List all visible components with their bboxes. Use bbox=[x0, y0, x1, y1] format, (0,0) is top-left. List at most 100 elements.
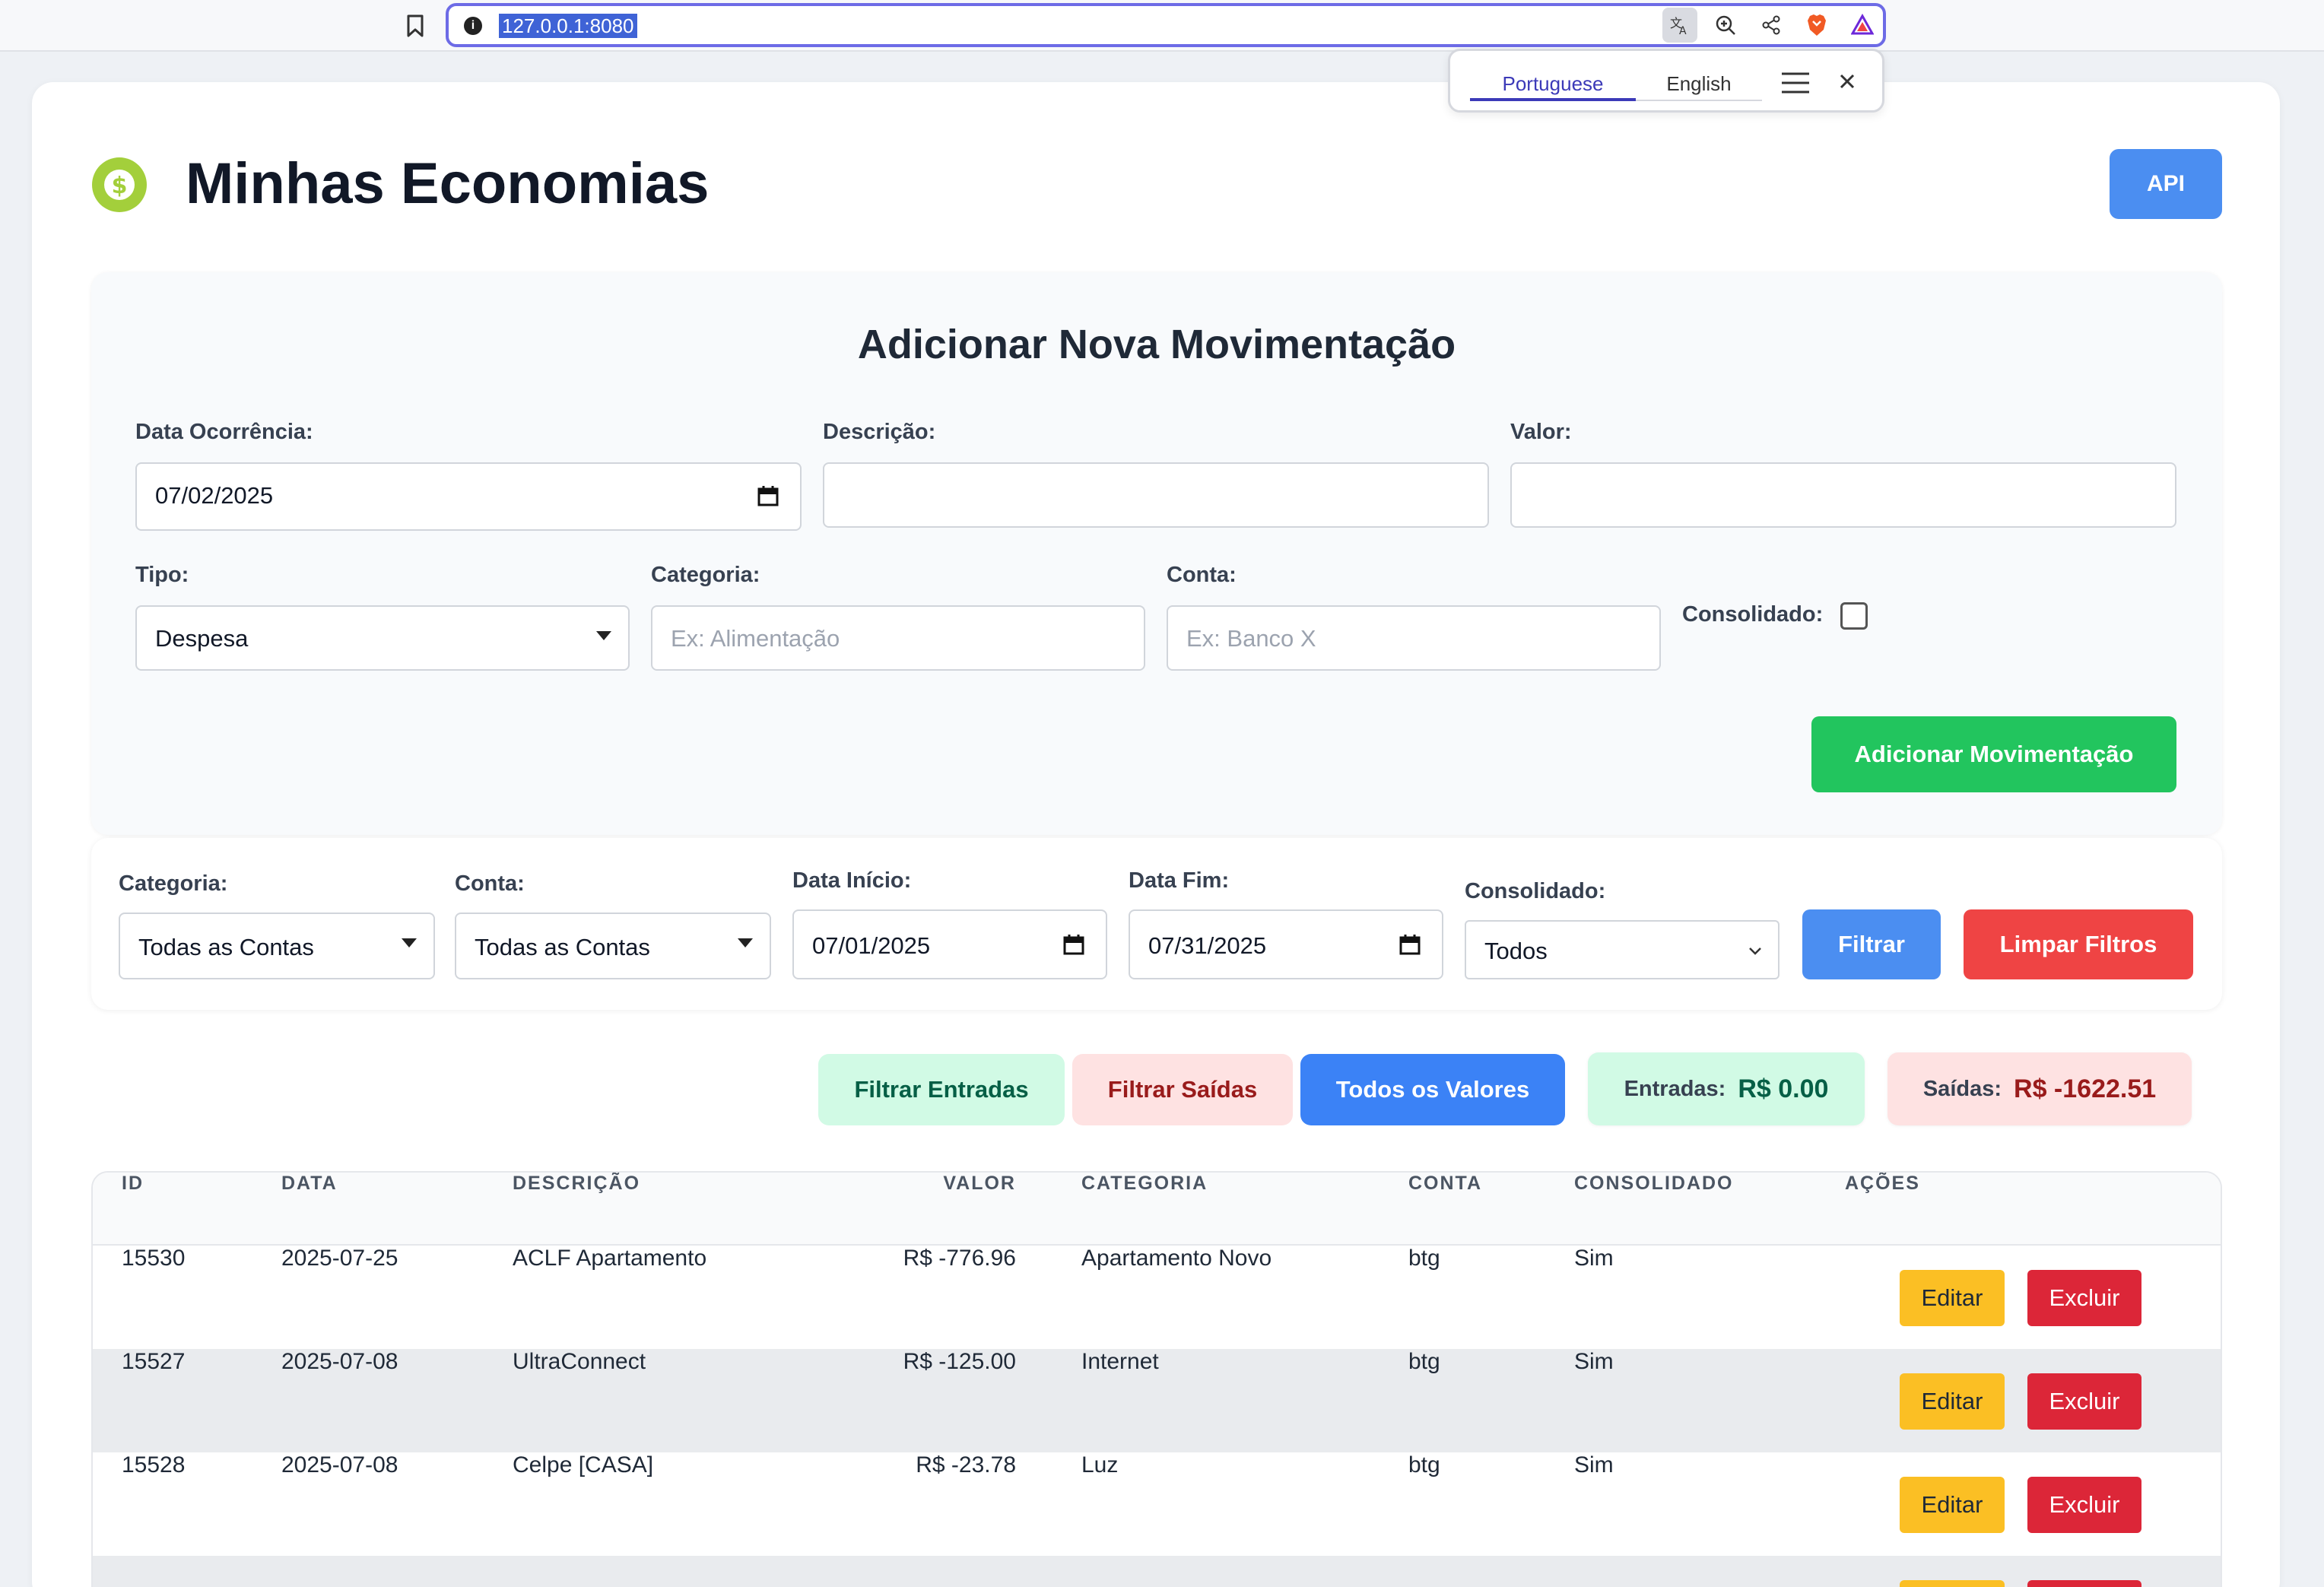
cell-value: R$ -125.00 bbox=[903, 1349, 1016, 1374]
cell-value: R$ -776.96 bbox=[903, 1246, 1016, 1271]
url-text[interactable]: 127.0.0.1:8080 bbox=[499, 14, 637, 38]
cell-category: Internet bbox=[1081, 1349, 1159, 1374]
cell-category: Luz bbox=[1081, 1452, 1119, 1477]
cell-consolidated: Sim bbox=[1574, 1452, 1614, 1477]
filter-expense-button[interactable]: Filtrar Saídas bbox=[1072, 1054, 1293, 1125]
income-summary: Entradas: R$ 0.00 bbox=[1588, 1052, 1865, 1125]
dollar-coin-icon: $ bbox=[92, 157, 147, 212]
brave-rewards-icon[interactable] bbox=[1845, 8, 1880, 43]
clear-filters-button[interactable]: Limpar Filtros bbox=[1964, 909, 2193, 979]
expense-summary-value: R$ -1622.51 bbox=[2014, 1074, 2157, 1103]
type-select[interactable]: Despesa bbox=[135, 605, 630, 671]
bookmark-icon[interactable] bbox=[405, 14, 426, 38]
type-label: Tipo: bbox=[135, 563, 189, 587]
browser-toolbar: i 127.0.0.1:8080 文A bbox=[0, 0, 2324, 52]
filter-start-date[interactable]: 07/01/2025 bbox=[792, 909, 1107, 979]
column-header-account[interactable]: CONTA bbox=[1408, 1173, 1482, 1195]
filter-start-value: 07/01/2025 bbox=[812, 932, 931, 959]
column-header-date[interactable]: DATA bbox=[281, 1173, 338, 1195]
cell-category: Apartamento Novo bbox=[1081, 1246, 1272, 1271]
income-summary-label: Entradas: bbox=[1624, 1076, 1726, 1101]
filter-category-label: Categoria: bbox=[119, 871, 228, 896]
caret-down-icon bbox=[402, 938, 417, 947]
edit-button[interactable]: Editar bbox=[1900, 1477, 2005, 1533]
svg-text:$: $ bbox=[112, 173, 128, 199]
edit-button[interactable]: Editar bbox=[1900, 1270, 2005, 1326]
translate-popup: Portuguese English bbox=[1448, 49, 1884, 113]
filter-end-date[interactable]: 07/31/2025 bbox=[1129, 909, 1443, 979]
category-input[interactable]: Ex: Alimentação bbox=[651, 605, 1145, 671]
account-input[interactable]: Ex: Banco X bbox=[1167, 605, 1661, 671]
filter-income-button[interactable]: Filtrar Entradas bbox=[818, 1054, 1065, 1125]
cell-value: R$ -23.78 bbox=[916, 1452, 1016, 1477]
filter-end-label: Data Fim: bbox=[1129, 868, 1230, 893]
delete-button[interactable]: Excluir bbox=[2027, 1373, 2141, 1430]
filter-button[interactable]: Filtrar bbox=[1802, 909, 1941, 979]
filter-category-value: Todas as Contas bbox=[138, 934, 314, 960]
column-header-description[interactable]: DESCRIÇÃO bbox=[513, 1173, 640, 1195]
filter-consolidated-label: Consolidado: bbox=[1465, 879, 1606, 903]
cell-date: 2025-07-08 bbox=[281, 1349, 398, 1374]
edit-button[interactable] bbox=[1900, 1580, 2005, 1587]
description-input[interactable] bbox=[823, 462, 1489, 528]
cell-id: 15528 bbox=[122, 1452, 186, 1477]
consolidated-label: Consolidado: bbox=[1682, 602, 1824, 627]
add-transaction-button[interactable]: Adicionar Movimentação bbox=[1811, 716, 2176, 792]
page-title: Minhas Economias bbox=[186, 151, 710, 216]
table-row: 15528 2025-07-08 Celpe [CASA] R$ -23.78 … bbox=[93, 1452, 2221, 1556]
translate-tab-portuguese[interactable]: Portuguese bbox=[1470, 66, 1636, 101]
delete-button[interactable]: Excluir bbox=[2027, 1477, 2141, 1533]
cell-account: btg bbox=[1408, 1452, 1440, 1477]
translate-icon[interactable]: 文A bbox=[1662, 8, 1697, 43]
translate-tab-english[interactable]: English bbox=[1636, 66, 1762, 101]
account-label: Conta: bbox=[1167, 563, 1237, 587]
delete-button[interactable]: Excluir bbox=[2027, 1270, 2141, 1326]
caret-down-icon bbox=[738, 938, 753, 947]
filter-consolidated-value: Todos bbox=[1484, 938, 1548, 964]
filter-category-select[interactable]: Todas as Contas bbox=[119, 913, 435, 979]
cell-id: 15527 bbox=[122, 1349, 186, 1374]
table-header: ID DATA DESCRIÇÃO VALOR CATEGORIA CONTA … bbox=[93, 1173, 2221, 1246]
address-bar-actions: 文A bbox=[1662, 8, 1880, 43]
zoom-icon[interactable] bbox=[1708, 8, 1743, 43]
cell-id: 15530 bbox=[122, 1246, 186, 1271]
expense-summary: Saídas: R$ -1622.51 bbox=[1887, 1052, 2192, 1125]
delete-button[interactable] bbox=[2027, 1580, 2141, 1587]
calendar-icon[interactable] bbox=[1063, 934, 1084, 955]
table-row: 15527 2025-07-08 UltraConnect R$ -125.00… bbox=[93, 1349, 2221, 1452]
filter-consolidated-select[interactable]: Todos bbox=[1465, 920, 1780, 979]
cell-consolidated: Sim bbox=[1574, 1349, 1614, 1374]
type-select-value: Despesa bbox=[155, 625, 249, 652]
brave-shield-icon[interactable] bbox=[1799, 8, 1834, 43]
cell-account: btg bbox=[1408, 1349, 1440, 1374]
date-label: Data Ocorrência: bbox=[135, 420, 313, 444]
date-input-value: 07/02/2025 bbox=[155, 482, 274, 509]
value-input[interactable] bbox=[1510, 462, 2176, 528]
column-header-value[interactable]: VALOR bbox=[853, 1173, 1016, 1195]
description-label: Descrição: bbox=[823, 420, 936, 444]
edit-button[interactable]: Editar bbox=[1900, 1373, 2005, 1430]
table-row: 15530 2025-07-25 ACLF Apartamento R$ -77… bbox=[93, 1246, 2221, 1349]
column-header-id[interactable]: ID bbox=[122, 1173, 144, 1195]
column-header-consolidated[interactable]: CONSOLIDADO bbox=[1574, 1173, 1734, 1195]
share-icon[interactable] bbox=[1754, 8, 1789, 43]
calendar-icon[interactable] bbox=[757, 485, 779, 506]
consolidated-checkbox[interactable] bbox=[1840, 602, 1868, 630]
chevron-down-icon bbox=[1749, 947, 1761, 955]
filter-account-select[interactable]: Todas as Contas bbox=[455, 913, 771, 979]
svg-text:A: A bbox=[1679, 25, 1687, 37]
all-values-button[interactable]: Todos os Valores bbox=[1300, 1054, 1565, 1125]
cell-description: UltraConnect bbox=[513, 1349, 646, 1374]
column-header-category[interactable]: CATEGORIA bbox=[1081, 1173, 1208, 1195]
form-title: Adicionar Nova Movimentação bbox=[857, 322, 1456, 367]
api-button[interactable]: API bbox=[2110, 149, 2222, 219]
close-icon[interactable] bbox=[1835, 69, 1859, 94]
filter-account-label: Conta: bbox=[455, 871, 525, 896]
filter-end-value: 07/31/2025 bbox=[1148, 932, 1267, 959]
filter-account-value: Todas as Contas bbox=[475, 934, 650, 960]
menu-icon[interactable] bbox=[1780, 71, 1811, 95]
address-bar[interactable]: i 127.0.0.1:8080 文A bbox=[446, 3, 1886, 47]
date-input[interactable]: 07/02/2025 bbox=[135, 462, 802, 531]
calendar-icon[interactable] bbox=[1399, 934, 1421, 955]
info-icon[interactable]: i bbox=[464, 17, 482, 35]
